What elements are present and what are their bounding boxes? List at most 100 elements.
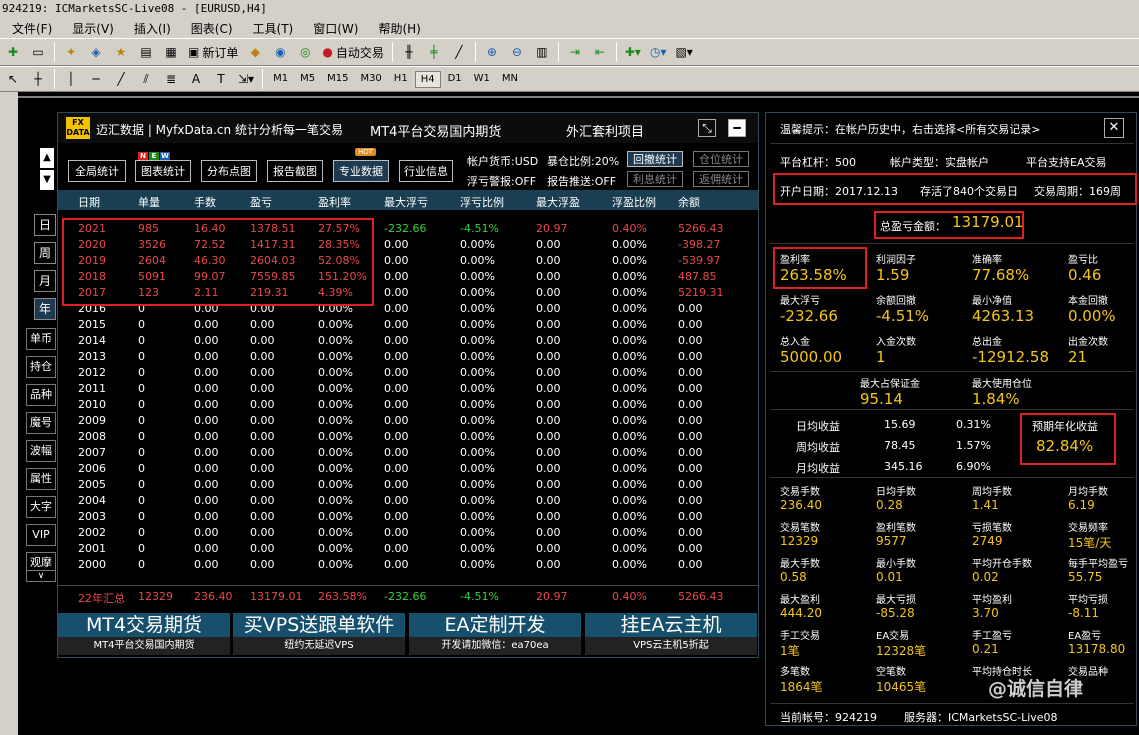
menu-item[interactable]: 工具(T) bbox=[245, 20, 302, 37]
indicators-icon[interactable]: ✚▾ bbox=[622, 41, 644, 63]
timeframe-m1[interactable]: M1 bbox=[268, 71, 293, 88]
signals-icon[interactable]: ◉ bbox=[269, 41, 291, 63]
report-push[interactable]: 报告推送:OFF bbox=[547, 173, 616, 189]
float-alert[interactable]: 浮亏警报:OFF bbox=[467, 173, 536, 189]
table-cell: 0 bbox=[138, 382, 145, 395]
candlestick-icon[interactable]: ╪ bbox=[423, 41, 445, 63]
average-cell: 月均收益 bbox=[796, 462, 840, 475]
pro-data-button[interactable]: 专业数据 bbox=[333, 160, 389, 182]
terminal-icon[interactable]: ▤ bbox=[135, 41, 157, 63]
metaeditor-icon[interactable]: ◆ bbox=[244, 41, 266, 63]
highlight-box-profit-rate bbox=[773, 247, 867, 289]
timeframe-d1[interactable]: D1 bbox=[443, 71, 467, 88]
timeframe-h1[interactable]: H1 bbox=[389, 71, 413, 88]
data-window-icon[interactable]: ◈ bbox=[85, 41, 107, 63]
minimize-icon[interactable]: ━ bbox=[728, 119, 746, 137]
ad-banner[interactable]: MT4交易期货 MT4平台交易国内期货 bbox=[58, 613, 230, 657]
ad-banner[interactable]: 买VPS送跟单软件 纽约无延迟VPS bbox=[233, 613, 405, 657]
profiles-icon[interactable]: ▭ bbox=[27, 41, 49, 63]
period-button[interactable]: 月 bbox=[34, 270, 56, 292]
nav-button[interactable]: 属性 bbox=[26, 468, 56, 490]
menu-item[interactable]: 文件(F) bbox=[4, 20, 60, 37]
nav-button[interactable]: 持仓 bbox=[26, 356, 56, 378]
table-cell: 0.00% bbox=[460, 510, 495, 523]
zoom-out-icon[interactable]: ⊖ bbox=[506, 41, 528, 63]
templates-icon[interactable]: ▧▾ bbox=[672, 41, 695, 63]
ad-banner[interactable]: 挂EA云主机 VPS云主机5折起 bbox=[585, 613, 757, 657]
nav-button[interactable]: 波幅 bbox=[26, 440, 56, 462]
global-stats-button[interactable]: 全局统计 bbox=[68, 160, 126, 182]
table-cell: 0.00 bbox=[384, 558, 409, 571]
chart-stats-button[interactable]: 图表统计 bbox=[135, 160, 191, 182]
drawdown-stats-button[interactable]: 回撤统计 bbox=[627, 151, 683, 167]
table-cell: 0.00% bbox=[612, 414, 647, 427]
nav-button[interactable]: VIP bbox=[26, 524, 56, 546]
scroll-down-icon[interactable]: ▼ bbox=[40, 170, 54, 190]
chart-shift-icon[interactable]: ⇥ bbox=[564, 41, 586, 63]
nav-button[interactable]: ∨ bbox=[26, 570, 56, 582]
arrows-icon[interactable]: ⇲▾ bbox=[235, 68, 257, 90]
text-icon[interactable]: A bbox=[185, 68, 207, 90]
rebate-stats-button[interactable]: 返佣统计 bbox=[693, 171, 749, 187]
menu-item[interactable]: 窗口(W) bbox=[305, 20, 366, 37]
tester-icon[interactable]: ▦ bbox=[160, 41, 182, 63]
nav-button[interactable]: 魔号 bbox=[26, 412, 56, 434]
vps-icon[interactable]: ◎ bbox=[294, 41, 316, 63]
nav-button[interactable]: 单币 bbox=[26, 328, 56, 350]
horizontal-line-icon[interactable]: ─ bbox=[85, 68, 107, 90]
line-chart-icon[interactable]: ╱ bbox=[448, 41, 470, 63]
resize-icon[interactable]: ⤡ bbox=[698, 119, 716, 137]
ad-banner[interactable]: EA定制开发 开发请加微信：ea70ea bbox=[409, 613, 581, 657]
timeframe-m30[interactable]: M30 bbox=[355, 71, 386, 88]
trade-stat-item: 平均盈利 3.70 bbox=[972, 591, 1012, 620]
bar-chart-icon[interactable]: ╫ bbox=[398, 41, 420, 63]
timeframe-w1[interactable]: W1 bbox=[469, 71, 495, 88]
fibonacci-icon[interactable]: ≣ bbox=[160, 68, 182, 90]
ad-link-arbitrage[interactable]: 外汇套利项目 bbox=[566, 121, 644, 140]
table-row: 2001 0 0.00 0.00 0.00% 0.00 0.00% 0.00 0.00% 0.00 bbox=[58, 541, 758, 557]
table-cell: 0.00 bbox=[250, 398, 275, 411]
menu-item[interactable]: 帮助(H) bbox=[370, 20, 428, 37]
nav-button[interactable]: 大字 bbox=[26, 496, 56, 518]
menu-item[interactable]: 显示(V) bbox=[64, 20, 122, 37]
table-cell: 0.00 bbox=[536, 414, 561, 427]
channel-icon[interactable]: ⫽ bbox=[135, 68, 157, 90]
left-scroll-strip bbox=[0, 92, 18, 735]
market-watch-icon[interactable]: ✦ bbox=[60, 41, 82, 63]
timeframe-m15[interactable]: M15 bbox=[322, 71, 353, 88]
table-cell: 0.00% bbox=[460, 398, 495, 411]
trendline-icon[interactable]: ╱ bbox=[110, 68, 132, 90]
auto-scroll-icon[interactable]: ⇤ bbox=[589, 41, 611, 63]
scroll-up-icon[interactable]: ▲ bbox=[40, 148, 54, 168]
label-icon[interactable]: T bbox=[210, 68, 232, 90]
ad-link-futures[interactable]: MT4平台交易国内期货 bbox=[370, 121, 501, 140]
menu-item[interactable]: 插入(I) bbox=[126, 20, 179, 37]
period-button[interactable]: 周 bbox=[34, 242, 56, 264]
distribution-button[interactable]: 分布点图 bbox=[201, 160, 257, 182]
brand-text[interactable]: 迈汇数据 | MyfxData.cn 统计分析每一笔交易 bbox=[96, 121, 343, 138]
interest-stats-button[interactable]: 利息统计 bbox=[627, 171, 683, 187]
cursor-icon[interactable]: ↖ bbox=[2, 68, 24, 90]
timeframe-mn[interactable]: MN bbox=[497, 71, 523, 88]
auto-trade-button[interactable]: ● 自动交易 bbox=[319, 41, 387, 63]
period-button[interactable]: 日 bbox=[34, 214, 56, 236]
menu-item[interactable]: 图表(C) bbox=[183, 20, 241, 37]
navigator-icon[interactable]: ★ bbox=[110, 41, 132, 63]
table-row: 2015 0 0.00 0.00 0.00% 0.00 0.00% 0.00 0.00% 0.00 bbox=[58, 317, 758, 333]
timeframe-m5[interactable]: M5 bbox=[295, 71, 320, 88]
periods-icon[interactable]: ◷▾ bbox=[647, 41, 670, 63]
report-shot-button[interactable]: 报告截图 bbox=[267, 160, 323, 182]
vertical-line-icon[interactable]: │ bbox=[60, 68, 82, 90]
tile-windows-icon[interactable]: ▥ bbox=[531, 41, 553, 63]
new-chart-icon[interactable]: ✚ bbox=[2, 41, 24, 63]
industry-info-button[interactable]: 行业信息 bbox=[399, 160, 453, 182]
crosshair-icon[interactable]: ┼ bbox=[27, 68, 49, 90]
new-order-button[interactable]: ▣ 新订单 bbox=[185, 41, 241, 63]
zoom-in-icon[interactable]: ⊕ bbox=[481, 41, 503, 63]
position-stats-button[interactable]: 仓位统计 bbox=[693, 151, 749, 167]
table-cell: 487.85 bbox=[678, 270, 717, 283]
close-icon[interactable]: ✕ bbox=[1104, 118, 1124, 138]
nav-button[interactable]: 品种 bbox=[26, 384, 56, 406]
timeframe-h4[interactable]: H4 bbox=[414, 70, 441, 88]
period-button[interactable]: 年 bbox=[34, 298, 56, 320]
